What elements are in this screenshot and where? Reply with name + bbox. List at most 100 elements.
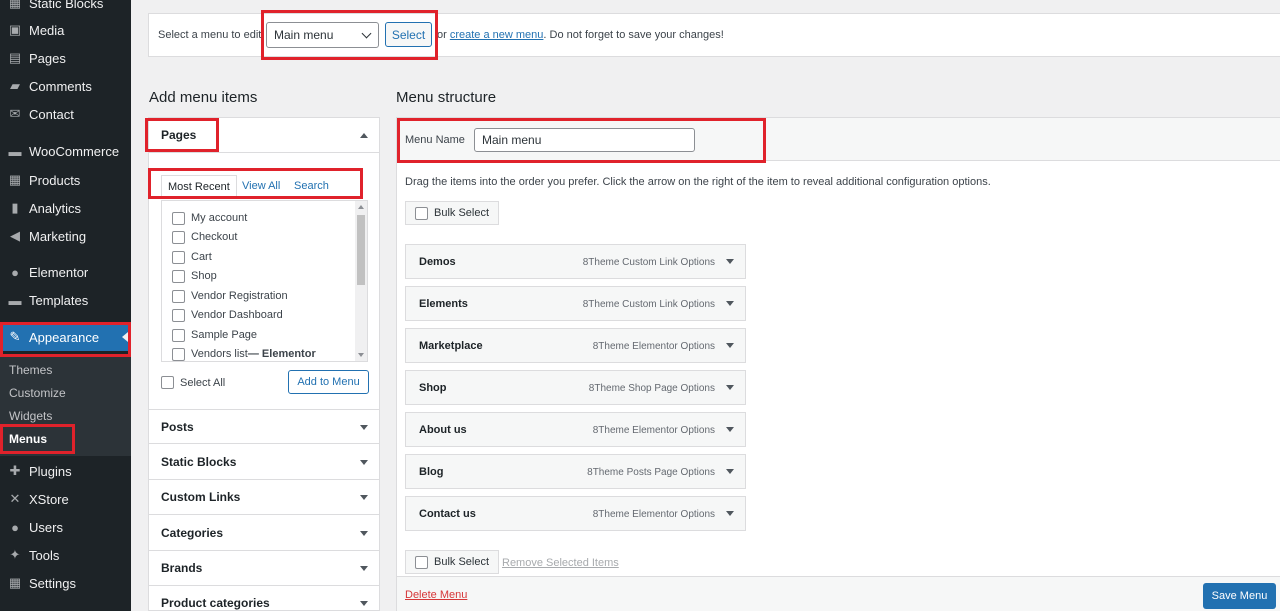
list-item[interactable]: Checkout [172, 229, 237, 245]
submenu-item-menus[interactable]: Menus [9, 432, 47, 446]
list-item[interactable]: Cart [172, 249, 212, 265]
sidebar-item-marketing[interactable]: ◀ Marketing [0, 222, 131, 250]
checkbox[interactable] [172, 347, 185, 361]
sidebar-item-label: Static Blocks [29, 0, 104, 11]
brush-icon: ✎ [9, 329, 21, 344]
menu-item[interactable]: Elements 8Theme Custom Link Options [405, 286, 746, 321]
remove-selected-link[interactable]: Remove Selected Items [502, 557, 619, 569]
checkbox[interactable] [172, 328, 185, 342]
list-item[interactable]: Vendor Dashboard [172, 307, 283, 323]
menu-item[interactable]: Contact us 8Theme Elementor Options [405, 496, 746, 531]
submenu-item-widgets[interactable]: Widgets [9, 409, 52, 423]
sidebar-item-templates[interactable]: ▬ Templates [0, 286, 131, 314]
accordion-pages[interactable]: Pages [149, 118, 379, 153]
menu-item-type: 8Theme Elementor Options [592, 425, 715, 436]
accordion-title: Product categories [161, 596, 270, 610]
menu-item[interactable]: Blog 8Theme Posts Page Options [405, 454, 746, 489]
checkbox[interactable] [415, 206, 428, 220]
delete-menu-link[interactable]: Delete Menu [405, 589, 467, 601]
page-label: Checkout [191, 231, 238, 243]
list-scrollbar[interactable] [355, 201, 367, 361]
sidebar-item-products[interactable]: ▦ Products [0, 166, 131, 194]
list-item[interactable]: Sample Page [172, 327, 257, 343]
tab-view-all[interactable]: View All [236, 175, 286, 197]
select-button[interactable]: Select [385, 22, 432, 47]
menu-item-title: Marketplace [419, 340, 483, 352]
sidebar-item-elementor[interactable]: ● Elementor [0, 258, 131, 286]
sidebar-item-label: Marketing [29, 228, 87, 244]
tab-most-recent[interactable]: Most Recent [161, 175, 237, 197]
sidebar-item-contact[interactable]: ✉ Contact [0, 100, 131, 128]
list-item[interactable]: Shop [172, 268, 217, 284]
expand-arrow-icon[interactable] [726, 385, 734, 390]
save-menu-button[interactable]: Save Menu [1203, 583, 1276, 609]
checkbox[interactable] [172, 211, 185, 225]
expand-arrow-icon[interactable] [726, 427, 734, 432]
expand-arrow-icon[interactable] [726, 511, 734, 516]
accordion-product-categories[interactable]: Product categories [149, 586, 379, 611]
accordion-categories[interactable]: Categories [149, 516, 379, 551]
create-new-menu-link[interactable]: create a new menu [450, 29, 544, 41]
checkbox[interactable] [172, 289, 185, 303]
menu-select-dropdown[interactable]: Main menu [266, 22, 379, 48]
sidebar-item-woocommerce[interactable]: ▬ WooCommerce [0, 137, 131, 165]
menu-item-type: 8Theme Shop Page Options [588, 383, 715, 394]
menu-item[interactable]: Shop 8Theme Shop Page Options [405, 370, 746, 405]
accordion-posts[interactable]: Posts [149, 409, 379, 444]
sidebar-item-static-blocks[interactable]: ▦ Static Blocks [0, 0, 131, 17]
checkbox[interactable] [172, 250, 185, 264]
expand-arrow-icon[interactable] [726, 469, 734, 474]
accordion-custom-links[interactable]: Custom Links [149, 480, 379, 515]
menu-item-title: Demos [419, 256, 456, 268]
bulk-select-top[interactable]: Bulk Select [405, 201, 500, 225]
sidebar-item-media[interactable]: ▣ Media [0, 16, 131, 44]
sidebar-item-label: Settings [29, 575, 76, 591]
sidebar-item-comments[interactable]: ▰ Comments [0, 72, 131, 100]
drag-instructions: Drag the items into the order you prefer… [405, 176, 991, 188]
checkbox[interactable] [172, 269, 185, 283]
list-item[interactable]: Vendor Registration [172, 288, 288, 304]
sidebar-item-label: Pages [29, 50, 66, 66]
menu-item[interactable]: Marketplace 8Theme Elementor Options [405, 328, 746, 363]
page-label: Vendor Dashboard [191, 309, 283, 321]
accordion-static-blocks[interactable]: Static Blocks [149, 445, 379, 480]
sidebar-item-xstore[interactable]: ✕ XStore [0, 485, 131, 513]
checkbox[interactable] [172, 308, 185, 322]
page-suffix: — Elementor [247, 348, 316, 360]
sidebar-item-pages[interactable]: ▤ Pages [0, 44, 131, 72]
checkbox[interactable] [161, 376, 174, 389]
checkbox[interactable] [415, 555, 428, 569]
sidebar-item-analytics[interactable]: ▮ Analytics [0, 194, 131, 222]
select-menu-prompt: Select a menu to edit: [158, 29, 265, 41]
scroll-thumb[interactable] [357, 215, 365, 285]
select-all-checkbox[interactable]: Select All [161, 376, 225, 389]
menu-name-input[interactable]: Main menu [474, 128, 695, 152]
bulk-select-bottom[interactable]: Bulk Select [405, 550, 500, 574]
submenu-item-themes[interactable]: Themes [9, 363, 52, 377]
sidebar-item-appearance[interactable]: ✎ Appearance [0, 323, 131, 351]
menu-item-title: Contact us [419, 508, 476, 520]
scroll-down-icon[interactable] [358, 353, 364, 357]
add-to-menu-button[interactable]: Add to Menu [288, 370, 369, 394]
expand-arrow-icon[interactable] [726, 259, 734, 264]
sidebar-item-settings[interactable]: ▦ Settings [0, 569, 131, 597]
menu-item[interactable]: About us 8Theme Elementor Options [405, 412, 746, 447]
bulk-select-label: Bulk Select [434, 556, 490, 568]
list-item[interactable]: Vendors list — Elementor [172, 346, 316, 361]
sidebar-item-users[interactable]: ● Users [0, 513, 131, 541]
expand-arrow-icon[interactable] [726, 343, 734, 348]
sidebar-item-plugins[interactable]: ✚ Plugins [0, 457, 131, 485]
menu-item[interactable]: Demos 8Theme Custom Link Options [405, 244, 746, 279]
list-item[interactable]: My account [172, 210, 247, 226]
accordion-brands[interactable]: Brands [149, 551, 379, 586]
sidebar-item-tools[interactable]: ✦ Tools [0, 541, 131, 569]
scroll-up-icon[interactable] [358, 205, 364, 209]
bulk-select-label: Bulk Select [434, 207, 490, 219]
submenu-item-customize[interactable]: Customize [9, 386, 66, 400]
plugin-icon: ✚ [9, 463, 21, 478]
tab-search[interactable]: Search [288, 175, 335, 197]
expand-arrow-icon[interactable] [726, 301, 734, 306]
menu-item-title: About us [419, 424, 467, 436]
checkbox[interactable] [172, 230, 185, 244]
pages-checklist[interactable]: My account Checkout Cart Shop Vendor Reg… [161, 200, 368, 362]
